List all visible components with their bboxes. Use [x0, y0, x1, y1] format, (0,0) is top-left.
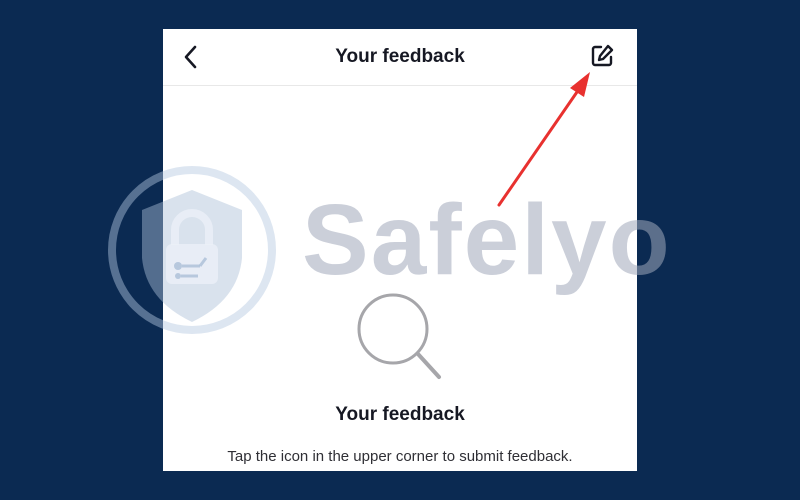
edit-icon: [591, 44, 614, 67]
empty-state-subtitle: Tap the icon in the upper corner to subm…: [227, 448, 573, 465]
search-icon: [357, 293, 441, 379]
empty-state-title: Your feedback: [335, 404, 465, 425]
screenshot-stage: Your feedback Your feedback Tap the icon…: [0, 0, 800, 500]
page-title: Your feedback: [335, 46, 465, 67]
feedback-screen: Your feedback Your feedback Tap the icon…: [163, 29, 637, 471]
back-button[interactable]: [173, 41, 209, 73]
top-bar: Your feedback: [163, 29, 637, 86]
chevron-left-icon: [184, 45, 197, 69]
edit-feedback-button[interactable]: [584, 39, 620, 73]
